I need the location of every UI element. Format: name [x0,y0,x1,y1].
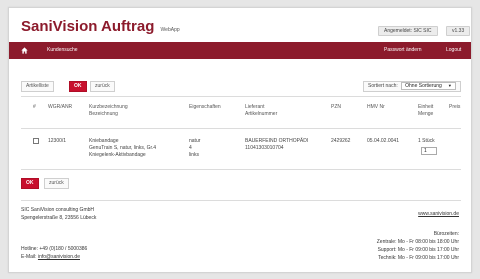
office-hours-support: Support: Mo - Fr 09:00 bis 17:00 Uhr [377,247,459,253]
cell-unit: 1 Stück [418,138,435,144]
back-button[interactable]: zurück [90,81,115,92]
cell-pzn: 2429262 [331,138,351,144]
divider [21,96,461,97]
cell-description: Kniebandage GenuTrain S, natur, links, G… [89,138,156,159]
sort-label: Sortiert nach: [368,83,398,89]
logged-in-user-badge: Angemeldet: SIC SIC [378,26,438,36]
hotline: Hotline: +49 (0)180 / 5000386 [21,246,88,252]
col-unit-line1: Einheit [418,104,434,110]
col-pzn: PZN [331,104,341,110]
col-supplier-line1: Lieferant [245,104,265,110]
email-link[interactable]: info@sanivision.de [38,254,80,260]
cell-supplier-article: 11041303010704 [245,145,284,151]
brand-suffix: WebApp [160,27,180,33]
ok-button-bottom[interactable]: OK [21,178,39,189]
website-link[interactable]: www.sanivision.de [418,210,459,218]
quantity-input[interactable]: 1 [421,147,437,155]
app-logo: SaniVision Auftrag WebApp [21,18,180,35]
brand-name: SaniVision [21,18,98,35]
email-line: E-Mail: info@sanivision.de [21,253,87,261]
company-address: Spengelerstraße 8, 23556 Lübeck [21,215,97,221]
col-short-description: Kurzbezeichnung Bezeichnung [89,104,128,118]
home-icon[interactable] [21,47,28,54]
office-hours-title: Bürozeiten: [433,231,459,237]
col-wgr: WGR/ANR [48,104,73,110]
footer-company: SIC SaniVision consulting GmbH Spengeler… [21,206,96,222]
chevron-down-icon: ▼ [447,83,452,88]
cell-properties-line3: links [189,152,200,158]
cell-supplier-name: BAUERFEIND ORTHOPÄDI [245,138,309,144]
col-supplier: Lieferant Artikelnummer [245,104,277,118]
sort-control: Sortiert nach: Ohne Sortierung ▼ [363,81,461,92]
footer-contact: Hotline: +49 (0)180 / 5000386 E-Mail: in… [21,245,87,261]
footer-divider [21,200,461,201]
version-badge: v1.33 [446,26,471,36]
cell-properties-line2: 4 [189,145,192,151]
nav-logout[interactable]: Logout [446,47,461,53]
office-hours-tech: Technik: Mo - Fr 09:00 bis 17:00 Uhr [378,255,459,261]
office-hours-central: Zentrale: Mo - Fr 08:00 bis 18:00 Uhr [376,239,459,245]
nav-change-password[interactable]: Passwort ändern [384,47,422,53]
email-label: E-Mail: [21,254,37,260]
sort-select[interactable]: Ohne Sortierung ▼ [401,82,456,90]
col-short-description-line1: Kurzbezeichnung [89,104,128,110]
nav-customer-search[interactable]: Kundensuche [47,47,78,53]
toolbar: Artikelliste OK zurück Sortiert nach: Oh… [9,81,471,93]
cell-description-line2: GenuTrain S, natur, links, Gr.4 [89,145,157,151]
cell-supplier: BAUERFEIND ORTHOPÄDI 11041303010704 [245,138,308,152]
website-link-text[interactable]: www.sanivision.de [418,211,459,217]
company-name: SIC SaniVision consulting GmbH [21,207,94,213]
col-supplier-line2: Artikelnummer [245,111,278,117]
col-unit: Einheit Menge [418,104,433,118]
table-bottom-divider [21,169,461,170]
col-number: # [33,104,36,110]
col-hmv: HMV Nr [367,104,385,110]
office-hours: Bürozeiten: Zentrale: Mo - Fr 08:00 bis … [377,230,459,262]
page-container: SaniVision Auftrag WebApp Angemeldet: SI… [8,7,472,273]
row-checkbox[interactable] [33,138,39,144]
main-navbar: Kundensuche Passwort ändern Logout [9,42,471,59]
col-properties: Eigenschaften [189,104,221,110]
col-unit-line2: Menge [418,111,434,117]
table-header-divider [21,128,461,129]
back-button-bottom[interactable]: zurück [44,178,69,189]
brand-product: Auftrag [101,18,155,35]
col-short-description-line2: Bezeichnung [89,111,118,117]
cell-wgr: 12300/1 [48,138,67,144]
cell-description-line3: Kniegelenk-Aktivbandage [89,152,146,158]
col-price: Preis [449,104,461,110]
cell-description-line1: Kniebandage [89,138,119,144]
article-list-tab[interactable]: Artikelliste [21,81,54,92]
cell-properties: natur 4 links [189,138,200,159]
cell-hmv: 05.04.02.0041 [367,138,399,144]
header: SaniVision Auftrag WebApp Angemeldet: SI… [9,8,471,42]
ok-button[interactable]: OK [69,81,87,92]
cell-properties-line1: natur [189,138,201,144]
sort-value: Ohne Sortierung [405,83,442,89]
